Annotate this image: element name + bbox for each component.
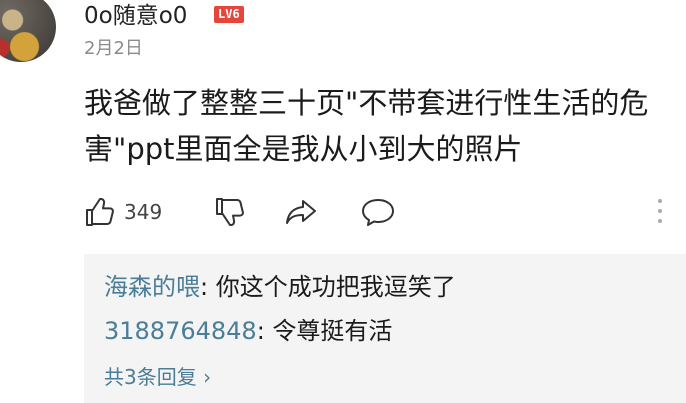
username[interactable]: 0o随意o0 xyxy=(84,1,187,31)
reply-author[interactable]: 海森的喂 xyxy=(104,273,200,301)
view-all-replies-link[interactable]: 共3条回复 › xyxy=(104,362,211,392)
share-button[interactable] xyxy=(284,192,318,232)
level-badge: LV6 xyxy=(214,6,244,23)
reply-button[interactable] xyxy=(360,192,396,232)
dislike-button[interactable] xyxy=(214,192,246,232)
reply-separator: : xyxy=(200,273,216,301)
thumbs-up-icon xyxy=(86,198,114,226)
reply-item[interactable]: 海森的喂: 你这个成功把我逗笑了 xyxy=(104,269,456,305)
reply-preview-box: 海森的喂: 你这个成功把我逗笑了 3188764848: 令尊挺有活 共3条回复… xyxy=(84,254,686,403)
share-arrow-icon xyxy=(286,200,316,224)
comment-date: 2月2日 xyxy=(84,38,143,59)
reply-text: 你这个成功把我逗笑了 xyxy=(215,273,456,301)
reply-author[interactable]: 3188764848 xyxy=(104,317,257,345)
like-count: 349 xyxy=(124,200,163,224)
comment-actions: 349 xyxy=(84,192,674,232)
avatar[interactable] xyxy=(0,0,56,62)
like-button[interactable]: 349 xyxy=(84,192,162,232)
thumbs-down-icon xyxy=(216,198,244,226)
vertical-dots-icon[interactable] xyxy=(656,196,664,226)
comment-text: 我爸做了整整三十页"不带套进行性生活的危害"ppt里面全是我从小到大的照片 xyxy=(84,86,649,166)
reply-separator: : xyxy=(256,317,273,345)
reply-text: 令尊挺有活 xyxy=(272,317,393,345)
speech-bubble-icon xyxy=(362,199,394,226)
reply-item[interactable]: 3188764848: 令尊挺有活 xyxy=(104,313,392,349)
